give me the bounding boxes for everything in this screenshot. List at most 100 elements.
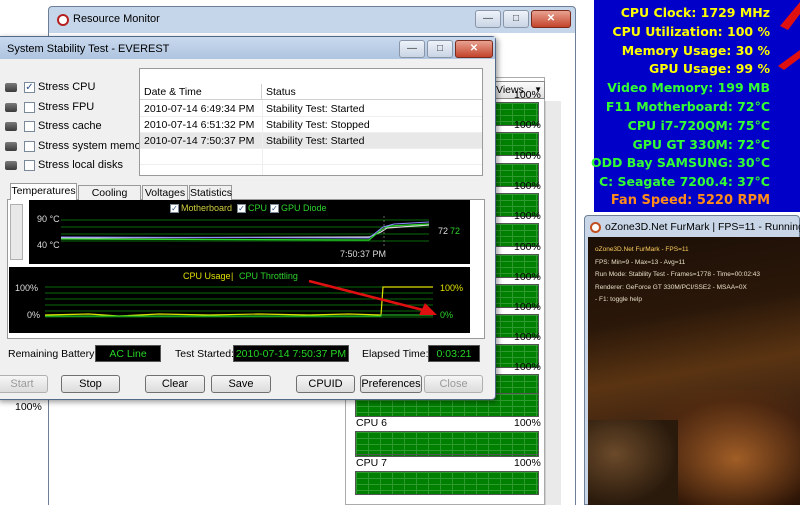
stress-label[interactable]: Stress local disks bbox=[38, 159, 123, 171]
left-cpu-pct: 100% bbox=[15, 401, 42, 413]
red-arrow-middle-icon bbox=[778, 50, 800, 70]
stress-checkbox[interactable] bbox=[24, 160, 35, 171]
stat-line: CPU Clock: 1729 MHz bbox=[620, 5, 770, 20]
temp-legend-motherboard-checkbox[interactable]: ✓ bbox=[170, 204, 179, 213]
stress-label[interactable]: Stress FPU bbox=[38, 101, 94, 113]
log-header-status[interactable]: Status bbox=[262, 84, 482, 100]
cpu-pct: 100% bbox=[514, 361, 541, 373]
cpu-axis-top: 100% bbox=[15, 283, 39, 293]
stress-checkbox[interactable]: ✓ bbox=[24, 82, 35, 93]
log-header-datetime[interactable]: Date & Time bbox=[140, 84, 262, 100]
cpu-pct: 100% bbox=[514, 331, 541, 343]
memory-icon bbox=[5, 141, 17, 151]
furmark-info-line: Renderer: GeForce GT 330M/PCI/SSE2 - MSA… bbox=[595, 283, 747, 291]
stat-line: C: Seagate 7200.4: 37°C bbox=[598, 174, 770, 190]
furmark-info-line: oZone3D.Net FurMark - FPS=11 bbox=[595, 246, 689, 253]
close-dialog-button[interactable]: Close bbox=[424, 375, 483, 393]
temp-legend-motherboard: Motherboard bbox=[181, 203, 233, 213]
log-row-empty bbox=[140, 165, 482, 181]
furmark-rock bbox=[588, 420, 678, 505]
furmark-info-line: Run Mode: Stability Test - Frames=1778 -… bbox=[595, 271, 760, 278]
furmark-icon bbox=[590, 222, 601, 233]
cpu-legend-usage: CPU Usage bbox=[183, 271, 231, 281]
scrollbar[interactable] bbox=[545, 101, 561, 505]
cpu-pct: 100% bbox=[514, 301, 541, 313]
cpuid-button[interactable]: CPUID bbox=[296, 375, 355, 393]
close-button[interactable]: ✕ bbox=[531, 10, 571, 28]
log-datetime: 2010-07-14 6:51:32 PM bbox=[144, 119, 255, 131]
stat-line: GPU GT 330M: 72°C bbox=[632, 136, 770, 152]
temp-time-label: 7:50:37 PM bbox=[340, 249, 387, 259]
cache-icon bbox=[5, 122, 17, 131]
furmark-info-line: FPS: Min=9 - Max=13 - Avg=11 bbox=[595, 258, 686, 266]
stat-line: ODD Bay SAMSUNG: 30°C bbox=[591, 155, 770, 171]
log-row[interactable]: 2010-07-14 6:51:32 PM Stability Test: Sto… bbox=[140, 117, 482, 133]
cpu-pct: 100% bbox=[514, 417, 541, 429]
temp-value-2: 72 bbox=[450, 226, 461, 236]
log-status: Stability Test: Started bbox=[266, 103, 365, 115]
temp-legend-cpu-checkbox[interactable]: ✓ bbox=[237, 204, 246, 213]
resource-monitor-icon bbox=[57, 14, 69, 26]
cpu-pct: 100% bbox=[514, 180, 541, 192]
test-started-label: Test Started: bbox=[175, 348, 234, 360]
stat-line: CPU i7-720QM: 75°C bbox=[627, 117, 770, 133]
stat-line: GPU Usage: 99 % bbox=[649, 61, 770, 77]
cpu-pct: 100% bbox=[514, 89, 541, 101]
cpu-pct: 100% bbox=[514, 241, 541, 253]
disk-icon bbox=[5, 161, 17, 170]
save-button[interactable]: Save bbox=[211, 375, 271, 393]
stat-line: F11 Motherboard: 72°C bbox=[605, 99, 770, 114]
start-button[interactable]: Start bbox=[0, 375, 48, 393]
test-started-field: 2010-07-14 7:50:37 PM bbox=[233, 345, 349, 362]
cpu-pct: 100% bbox=[514, 210, 541, 222]
furmark-title: oZone3D.Net FurMark | FPS=11 - Running..… bbox=[605, 221, 800, 233]
log-status: Stability Test: Stopped bbox=[266, 119, 370, 131]
stress-label[interactable]: Stress system memory bbox=[38, 140, 150, 152]
tab-temperatures[interactable]: Temperatures bbox=[10, 183, 77, 200]
cpu-pct: 100% bbox=[514, 457, 541, 469]
tab-cooling-fans[interactable]: Cooling Fans bbox=[78, 185, 141, 213]
maximize-button[interactable]: □ bbox=[503, 10, 529, 28]
preferences-button[interactable]: Preferences bbox=[360, 375, 422, 393]
cpu-graph-bar bbox=[355, 471, 539, 495]
stress-label[interactable]: Stress cache bbox=[38, 120, 102, 132]
remaining-battery-label: Remaining Battery: bbox=[8, 348, 98, 360]
cpu-chip-icon bbox=[5, 83, 17, 92]
cpu-axis-bottom: 0% bbox=[27, 310, 41, 320]
log-row[interactable]: 2010-07-14 7:50:37 PM Stability Test: Sta… bbox=[140, 133, 482, 149]
tab-voltages[interactable]: Voltages bbox=[142, 185, 188, 200]
remaining-battery-field: AC Line bbox=[95, 345, 161, 362]
clear-button[interactable]: Clear bbox=[145, 375, 205, 393]
stress-label[interactable]: Stress CPU bbox=[38, 81, 95, 93]
temp-value-1: 72 bbox=[438, 226, 449, 236]
tab-statistics[interactable]: Statistics bbox=[189, 185, 232, 200]
cpu-right-top: 100% bbox=[440, 283, 464, 293]
furmark-info-line: - F1: toggle help bbox=[595, 296, 642, 303]
stress-checkbox[interactable] bbox=[24, 140, 35, 152]
stress-checkbox[interactable] bbox=[24, 101, 35, 113]
cpu-legend-separator: | bbox=[231, 271, 234, 281]
everest-close-button[interactable]: ✕ bbox=[455, 40, 493, 58]
minimize-button[interactable]: — bbox=[475, 10, 501, 28]
stop-button[interactable]: Stop bbox=[61, 375, 120, 393]
temp-legend-gpu: GPU Diode bbox=[281, 203, 327, 213]
cpu-pct: 100% bbox=[514, 150, 541, 162]
log-row[interactable]: 2010-07-14 6:49:34 PM Stability Test: Sta… bbox=[140, 101, 482, 117]
temp-legend-gpu-checkbox[interactable]: ✓ bbox=[270, 204, 279, 213]
red-arrow-top-icon bbox=[780, 2, 800, 30]
resource-monitor-title: Resource Monitor bbox=[73, 13, 160, 25]
temp-axis-bottom: 40 °C bbox=[37, 240, 60, 250]
temp-legend-cpu: CPU bbox=[248, 203, 268, 213]
stress-checkbox[interactable] bbox=[24, 121, 35, 132]
stat-line: Fan Speed: 5220 RPM bbox=[610, 193, 770, 208]
elapsed-time-field: 0:03:21 bbox=[428, 345, 480, 362]
everest-maximize-button[interactable]: □ bbox=[427, 40, 453, 58]
fpu-chip-icon bbox=[5, 102, 17, 112]
cpu-pct: 100% bbox=[514, 271, 541, 283]
cpu-label: CPU 6 bbox=[356, 417, 387, 429]
log-datetime: 2010-07-14 6:49:34 PM bbox=[144, 103, 255, 115]
log-column-divider bbox=[262, 100, 263, 175]
stat-line: Memory Usage: 30 % bbox=[621, 42, 770, 58]
everest-minimize-button[interactable]: — bbox=[399, 40, 425, 58]
graph-scrollbar[interactable] bbox=[10, 204, 23, 260]
